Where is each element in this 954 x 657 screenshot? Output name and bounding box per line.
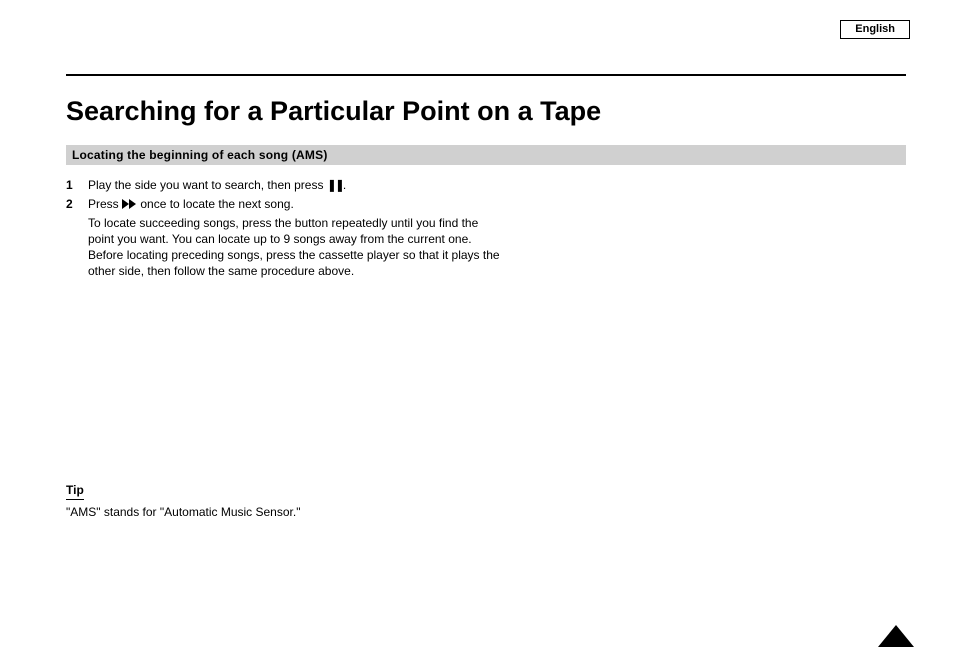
header-divider (66, 74, 906, 76)
language-tab: English (840, 20, 910, 39)
continued-triangle-icon (878, 625, 914, 647)
step-text-line: other side, then follow the same procedu… (88, 263, 500, 279)
step-text-part: . (343, 178, 346, 192)
step-text-line: Before locating preceding songs, press t… (88, 247, 500, 263)
step-text-line: To locate succeeding songs, press the bu… (88, 215, 500, 231)
step-number: 1 (66, 177, 88, 193)
page-content: Searching for a Particular Point on a Ta… (66, 96, 906, 521)
step-text-part: Press (88, 197, 122, 211)
fast-forward-icon (122, 197, 137, 211)
tip-text: "AMS" stands for "Automatic Music Sensor… (66, 504, 906, 521)
instruction-step: 2 Press once to locate the next song. (66, 196, 906, 215)
step-text-part: once to locate the next song. (137, 197, 294, 211)
page-title: Searching for a Particular Point on a Ta… (66, 96, 906, 127)
step-text-line: point you want. You can locate up to 9 s… (88, 231, 500, 247)
step-text: Press once to locate the next song. (88, 196, 294, 212)
step-number: 2 (66, 196, 88, 212)
tip-title: Tip (66, 482, 84, 500)
instruction-step: 1 Play the side you want to search, then… (66, 177, 906, 196)
section-header: Locating the beginning of each song (AMS… (66, 145, 906, 165)
instructions-block: 1 Play the side you want to search, then… (66, 177, 906, 282)
tip-block: Tip "AMS" stands for "Automatic Music Se… (66, 482, 906, 521)
instruction-step: To locate succeeding songs, press the bu… (66, 215, 906, 282)
pause-icon: ❚❚ (327, 177, 343, 193)
step-text-part: Play the side you want to search, then p… (88, 178, 327, 192)
step-text: To locate succeeding songs, press the bu… (88, 215, 500, 279)
step-text: Play the side you want to search, then p… (88, 177, 346, 193)
